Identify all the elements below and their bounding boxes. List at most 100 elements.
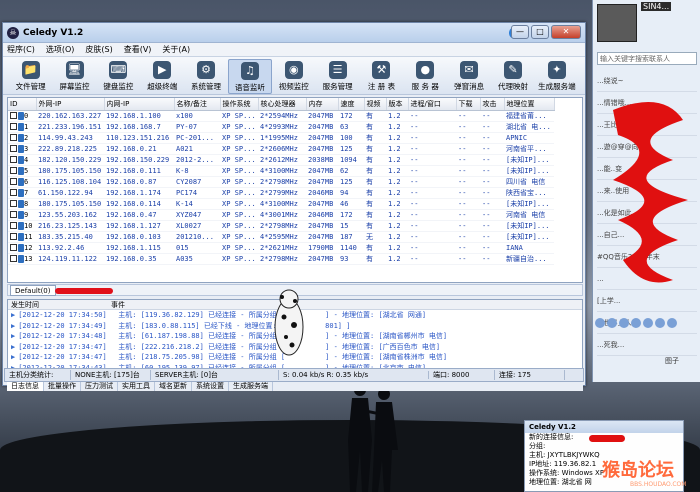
toolbar-button-speaker[interactable]: ♫ 语音监听 <box>228 59 272 94</box>
host-id: 3 <box>24 144 29 153</box>
list-item[interactable]: ...绕说~ <box>597 70 697 92</box>
avatar[interactable] <box>597 4 637 42</box>
music-icon[interactable] <box>631 318 641 328</box>
menu-about[interactable]: 关于(A) <box>162 44 190 55</box>
column-header[interactable]: 进程/窗口 <box>408 98 457 111</box>
table-row[interactable]: 12 113.92.2.46 192.168.1.115 015 XP SP... 2*2… <box>8 242 554 254</box>
table-cell: 192.168.0.114 <box>104 198 174 210</box>
row-checkbox[interactable] <box>10 167 17 174</box>
table-cell: -- <box>456 198 480 210</box>
group-tab-default[interactable]: Default(0) <box>10 285 56 296</box>
emoji-icon[interactable] <box>595 318 605 328</box>
status-field: 端口: 8000 <box>429 370 495 380</box>
column-header[interactable]: ID <box>8 98 37 111</box>
table-row[interactable]: 2 114.99.43.243 110.123.151.216 PC-201... XP… <box>8 132 554 144</box>
log-header-event[interactable]: 事件 <box>108 300 125 309</box>
toolbar-button-server[interactable]: ● 服 务 器 <box>404 59 447 94</box>
column-header[interactable]: 外网-IP <box>36 98 105 111</box>
toolbar-button-gear[interactable]: ⚙ 系统管理 <box>184 59 227 94</box>
toolbar-button-services[interactable]: ☰ 服务管理 <box>316 59 359 94</box>
toolbar-button-folder[interactable]: 📁 文件管理 <box>9 59 52 94</box>
window-titlebar[interactable]: ☠ Celedy V1.2 <box>3 23 585 43</box>
row-checkbox[interactable] <box>10 134 17 141</box>
table-cell: 2*2612MHz <box>258 154 306 166</box>
play-icon[interactable] <box>667 318 677 328</box>
table-cell: 1790MB <box>306 242 338 254</box>
menu-options[interactable]: 选项(O) <box>46 44 75 55</box>
column-header[interactable]: 内存 <box>306 98 339 111</box>
maximize-button[interactable]: □ <box>531 25 549 39</box>
menu-view[interactable]: 查看(V) <box>124 44 152 55</box>
row-checkbox[interactable] <box>10 189 17 196</box>
toolbar-button-camera[interactable]: ◉ 视频监控 <box>272 59 315 94</box>
column-header[interactable]: 名称/备注 <box>174 98 221 111</box>
table-row[interactable]: 8 180.175.105.150 192.168.0.114 K-14 XP SP..… <box>8 198 554 210</box>
toolbar-button-keyboard[interactable]: ⌨ 键盘监控 <box>97 59 140 94</box>
list-item[interactable]: [上学... <box>597 290 697 312</box>
table-row[interactable]: 10 216.23.125.143 192.168.1.127 XL0027 XP SP… <box>8 220 554 232</box>
column-header[interactable]: 速度 <box>338 98 365 111</box>
table-cell: XP SP... <box>220 143 258 155</box>
column-header[interactable]: 核心处理器 <box>258 98 307 111</box>
close-button[interactable]: ✕ <box>551 25 581 39</box>
row-checkbox[interactable] <box>10 178 17 185</box>
log-header-time[interactable]: 发生时间 <box>8 300 108 309</box>
toolbar-button-build[interactable]: ✦ 生成服务端 <box>535 59 578 94</box>
game-icon[interactable] <box>643 318 653 328</box>
toolbar-button-label: 服务管理 <box>322 82 353 91</box>
app-icon[interactable] <box>619 318 629 328</box>
table-row[interactable]: 9 123.55.203.162 192.168.0.47 XYZ047 XP SP..… <box>8 209 554 221</box>
row-checkbox[interactable] <box>10 200 17 207</box>
mail-icon[interactable] <box>655 318 665 328</box>
row-checkbox[interactable] <box>10 123 17 130</box>
menu-program[interactable]: 程序(C) <box>7 44 35 55</box>
row-checkbox[interactable] <box>10 244 17 251</box>
table-cell: 192.168.150.229 <box>104 154 174 166</box>
table-cell: 湖北省 电... <box>504 121 554 133</box>
row-checkbox[interactable] <box>10 156 17 163</box>
table-row[interactable]: 3 222.89.218.225 192.168.0.21 A021 XP SP... 2… <box>8 143 554 155</box>
table-cell: 222.89.218.225 <box>36 143 104 155</box>
table-cell: 2047MB <box>306 132 338 144</box>
row-checkbox[interactable] <box>10 211 17 218</box>
column-header[interactable]: 下载 <box>456 98 481 111</box>
toolbar-button-message[interactable]: ✉ 弹窗消息 <box>447 59 490 94</box>
toolbar-button-registry[interactable]: ⚒ 注 册 表 <box>360 59 403 94</box>
host-id: 8 <box>24 199 29 208</box>
table-cell: 2047MB <box>306 176 338 188</box>
qq-bottom-label[interactable]: 图子 <box>665 356 679 376</box>
row-checkbox[interactable] <box>10 233 17 240</box>
table-row[interactable]: 4 182.120.150.229 192.168.150.229 2012-2...… <box>8 154 554 166</box>
table-row[interactable]: 11 183.35.215.40 192.168.0.103 201210... XP … <box>8 231 554 243</box>
column-header[interactable]: 内网-IP <box>104 98 175 111</box>
toolbar-button-proxy[interactable]: ✎ 代理映射 <box>491 59 534 94</box>
column-header[interactable]: 地理位置 <box>504 98 555 111</box>
gift-icon[interactable] <box>607 318 617 328</box>
column-header[interactable]: 视频 <box>364 98 387 111</box>
table-row[interactable]: 5 180.175.105.150 192.168.0.111 K-8 XP SP...… <box>8 165 554 177</box>
table-row[interactable]: 6 116.125.108.104 192.168.0.87 CY2087 XP SP.… <box>8 176 554 188</box>
row-checkbox[interactable] <box>10 145 17 152</box>
column-header[interactable]: 操作系统 <box>220 98 259 111</box>
row-checkbox[interactable] <box>10 112 17 119</box>
toolbar-button-monitor[interactable]: 🖥 屏幕监控 <box>53 59 96 94</box>
toolbar-button-terminal[interactable]: ▶ 超级终端 <box>141 59 184 94</box>
table-row[interactable]: 1 221.233.196.151 192.168.168.7 PY-07 XP SP.… <box>8 121 554 133</box>
menu-skin[interactable]: 皮肤(S) <box>85 44 112 55</box>
table-row[interactable]: 0 220.162.163.227 192.168.1.100 x100 XP SP..… <box>8 110 554 122</box>
row-checkbox[interactable] <box>10 255 17 262</box>
column-header[interactable]: 攻击 <box>480 98 505 111</box>
table-cell: 15 <box>338 220 364 232</box>
table-cell: -- <box>480 198 504 210</box>
contact-search-input[interactable]: 输入关键字搜索联系人 <box>597 52 697 65</box>
table-row[interactable]: 13 124.119.11.122 192.168.0.35 A035 XP SP...… <box>8 253 554 265</box>
minimize-button[interactable]: — <box>511 25 529 39</box>
table-cell: 201210... <box>174 231 220 243</box>
row-checkbox[interactable] <box>10 222 17 229</box>
table-cell: -- <box>456 231 480 243</box>
column-header[interactable]: 版本 <box>386 98 409 111</box>
table-cell: -- <box>408 121 456 133</box>
table-row[interactable]: 7 61.150.122.94 192.168.1.174 PC174 XP SP...… <box>8 187 554 199</box>
table-cell: XP SP... <box>220 121 258 133</box>
table-cell: -- <box>408 165 456 177</box>
